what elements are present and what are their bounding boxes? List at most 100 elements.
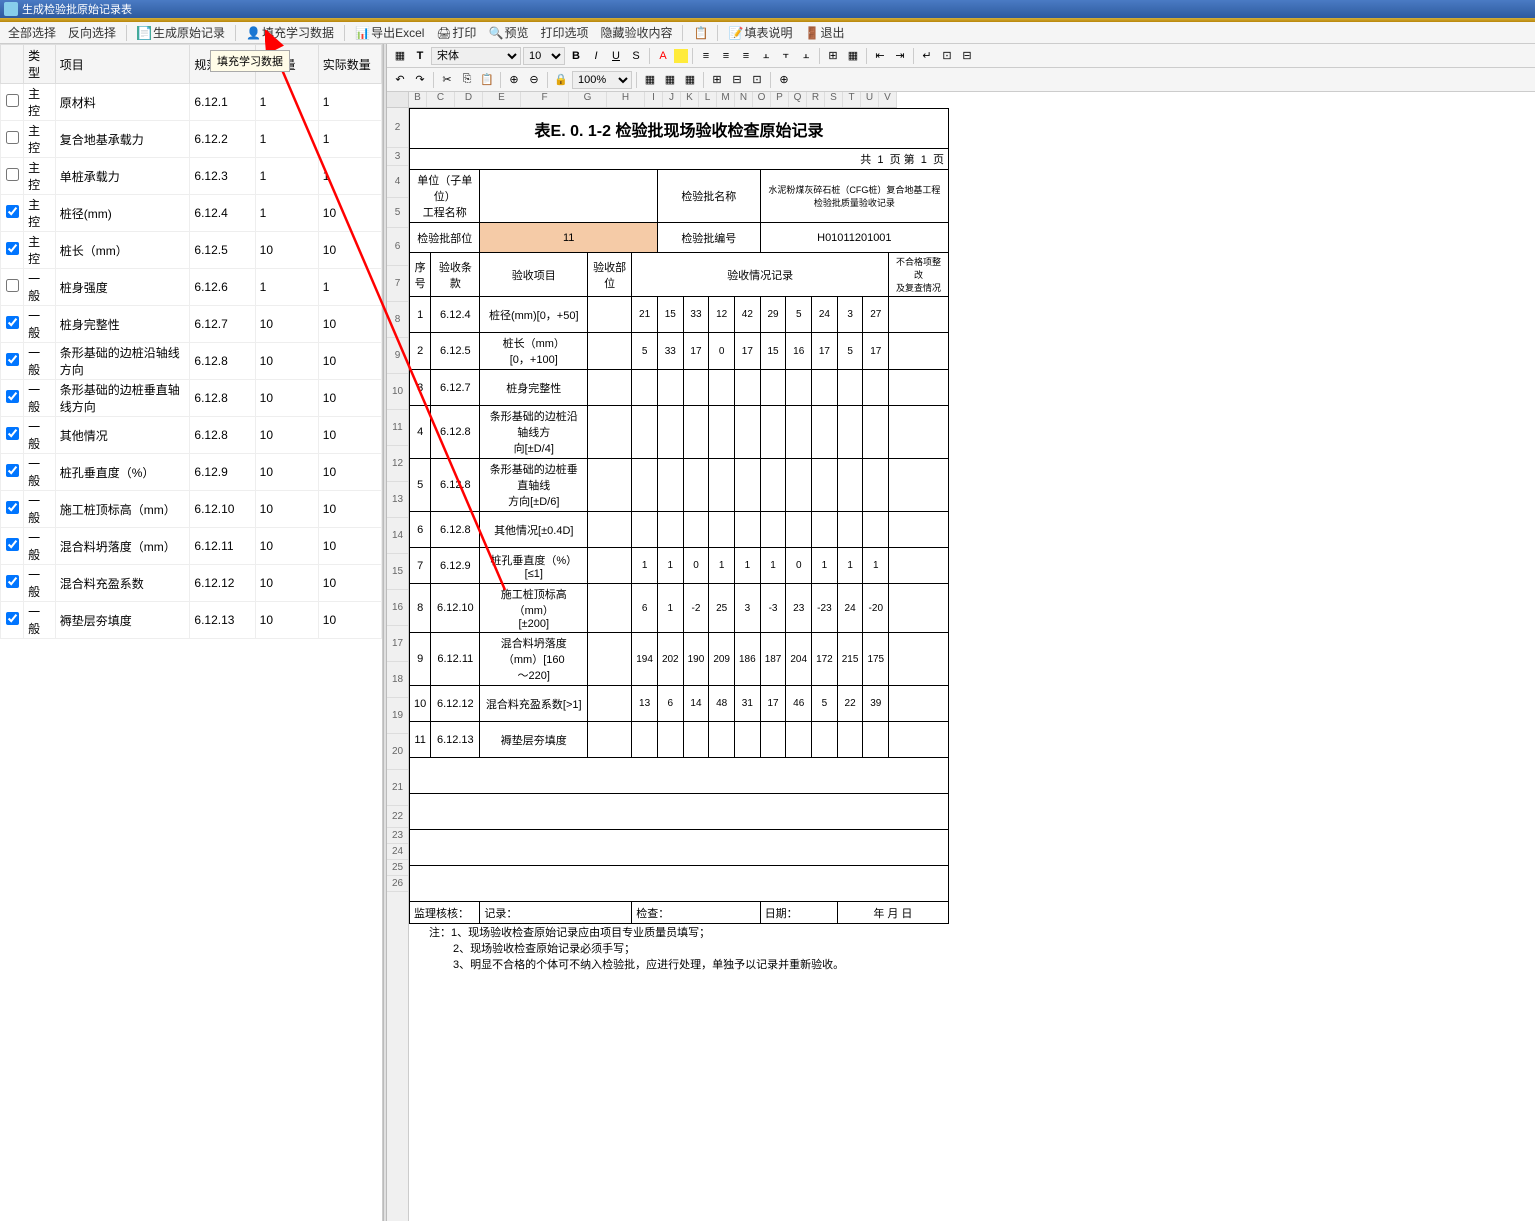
col-header-T[interactable]: T (843, 92, 861, 107)
table-row[interactable]: 主控 桩径(mm) 6.12.4 1 10 (1, 195, 382, 232)
row-header-11[interactable]: 11 (387, 410, 408, 446)
fontsize-select[interactable]: 10 (523, 47, 565, 65)
col-header-U[interactable]: U (861, 92, 879, 107)
col-header-I[interactable]: I (645, 92, 663, 107)
hide-accept-button[interactable]: 隐藏验收内容 (596, 23, 676, 42)
row-header-2[interactable]: 2 (387, 108, 408, 148)
table-row[interactable]: 主控 桩长（mm） 6.12.5 10 10 (1, 232, 382, 269)
row-checkbox[interactable] (6, 575, 19, 588)
row-checkbox[interactable] (6, 316, 19, 329)
table-row[interactable]: 主控 复合地基承载力 6.12.2 1 1 (1, 121, 382, 158)
row-header-8[interactable]: 8 (387, 302, 408, 338)
row-checkbox[interactable] (6, 390, 19, 403)
col-header-K[interactable]: K (681, 92, 699, 107)
row-checkbox[interactable] (6, 94, 19, 107)
col-header-P[interactable]: P (771, 92, 789, 107)
gen-origin-button[interactable]: 📄生成原始记录 (133, 23, 229, 42)
align-right-button[interactable]: ≡ (737, 47, 755, 65)
row-header-10[interactable]: 10 (387, 374, 408, 410)
ruler-corner[interactable] (387, 92, 409, 108)
print-button[interactable]: 🖨打印 (432, 23, 480, 42)
row-header-9[interactable]: 9 (387, 338, 408, 374)
row-checkbox[interactable] (6, 242, 19, 255)
fontcolor-button[interactable]: A (654, 47, 672, 65)
insert-row-icon[interactable]: ⊕ (505, 71, 523, 89)
toggle-icon[interactable]: ▦ (391, 47, 409, 65)
align-center-button[interactable]: ≡ (717, 47, 735, 65)
col-header-M[interactable]: M (717, 92, 735, 107)
row-header-4[interactable]: 4 (387, 166, 408, 198)
col-header-V[interactable]: V (879, 92, 897, 107)
table-row[interactable]: 主控 原材料 6.12.1 1 1 (1, 84, 382, 121)
row-header-23[interactable]: 23 (387, 828, 408, 844)
row-header-13[interactable]: 13 (387, 482, 408, 518)
col-header-E[interactable]: E (483, 92, 521, 107)
table-row[interactable]: 一般 桩身完整性 6.12.7 10 10 (1, 306, 382, 343)
row-checkbox[interactable] (6, 538, 19, 551)
row-checkbox[interactable] (6, 501, 19, 514)
row-header-7[interactable]: 7 (387, 266, 408, 302)
lock-icon[interactable]: 🔒 (552, 71, 570, 89)
misc1-icon[interactable]: ⊞ (708, 71, 726, 89)
col-header-L[interactable]: L (699, 92, 717, 107)
italic-button[interactable]: I (587, 47, 605, 65)
col-header-N[interactable]: N (735, 92, 753, 107)
table-row[interactable]: 一般 施工桩顶标高（mm） 6.12.10 10 10 (1, 491, 382, 528)
indent-dec-button[interactable]: ⇤ (871, 47, 889, 65)
col-header-F[interactable]: F (521, 92, 569, 107)
bgcolor-button[interactable] (674, 49, 688, 63)
print-options-button[interactable]: 打印选项 (536, 23, 592, 42)
paste-icon[interactable]: 📋 (478, 71, 496, 89)
row-checkbox[interactable] (6, 168, 19, 181)
col-header-D[interactable]: D (455, 92, 483, 107)
table-row[interactable]: 一般 混合料充盈系数 6.12.12 10 10 (1, 565, 382, 602)
row-header-15[interactable]: 15 (387, 554, 408, 590)
row-header-19[interactable]: 19 (387, 698, 408, 734)
underline-button[interactable]: U (607, 47, 625, 65)
row-ruler[interactable]: 2345678910111213141516171819202122232425… (387, 108, 409, 1221)
row-checkbox[interactable] (6, 279, 19, 292)
row-header-26[interactable]: 26 (387, 876, 408, 892)
row-header-20[interactable]: 20 (387, 734, 408, 770)
row-header-3[interactable]: 3 (387, 148, 408, 166)
table-row[interactable]: 一般 褥垫层夯填度 6.12.13 10 10 (1, 602, 382, 639)
valign-mid-button[interactable]: ⫟ (777, 47, 795, 65)
strike-button[interactable]: S (627, 47, 645, 65)
row-checkbox[interactable] (6, 131, 19, 144)
col-header-B[interactable]: B (409, 92, 427, 107)
fill-learn-button[interactable]: 👤填充学习数据 (242, 23, 338, 42)
align-left-button[interactable]: ≡ (697, 47, 715, 65)
preview-button[interactable]: 🔍预览 (484, 23, 532, 42)
redo-icon[interactable]: ↷ (411, 71, 429, 89)
doc-icon-button[interactable]: 📋 (689, 25, 711, 41)
col-header-J[interactable]: J (663, 92, 681, 107)
valign-bot-button[interactable]: ⫠ (797, 47, 815, 65)
col-header-H[interactable]: H (607, 92, 645, 107)
misc4-icon[interactable]: ⊕ (775, 71, 793, 89)
row-header-12[interactable]: 12 (387, 446, 408, 482)
row-header-5[interactable]: 5 (387, 198, 408, 228)
exit-button[interactable]: 🚪退出 (801, 23, 849, 42)
misc3-icon[interactable]: ⊡ (748, 71, 766, 89)
reverse-select-button[interactable]: 反向选择 (64, 23, 120, 42)
wrap-button[interactable]: ↵ (918, 47, 936, 65)
grid2-icon[interactable]: ▦ (661, 71, 679, 89)
merge-button[interactable]: ⊞ (824, 47, 842, 65)
row-checkbox[interactable] (6, 464, 19, 477)
col-header-C[interactable]: C (427, 92, 455, 107)
extra-2-button[interactable]: ⊟ (958, 47, 976, 65)
sheet-body[interactable]: 表E. 0. 1-2 检验批现场验收检查原始记录 共 1 页 第 1 页 单位（… (409, 108, 1535, 1221)
row-checkbox[interactable] (6, 353, 19, 366)
copy-icon[interactable]: ⎘ (458, 71, 476, 89)
col-header-R[interactable]: R (807, 92, 825, 107)
row-header-6[interactable]: 6 (387, 228, 408, 266)
table-row[interactable]: 一般 桩身强度 6.12.6 1 1 (1, 269, 382, 306)
table-row[interactable]: 一般 混合料坍落度（mm） 6.12.11 10 10 (1, 528, 382, 565)
row-header-24[interactable]: 24 (387, 844, 408, 860)
zoom-select[interactable]: 100% (572, 71, 632, 89)
table-row[interactable]: 一般 条形基础的边桩沿轴线方向 6.12.8 10 10 (1, 343, 382, 380)
row-checkbox[interactable] (6, 612, 19, 625)
column-ruler[interactable]: BCDEFGHIJKLMNOPQRSTUV (409, 92, 897, 108)
indent-inc-button[interactable]: ⇥ (891, 47, 909, 65)
col-header-O[interactable]: O (753, 92, 771, 107)
